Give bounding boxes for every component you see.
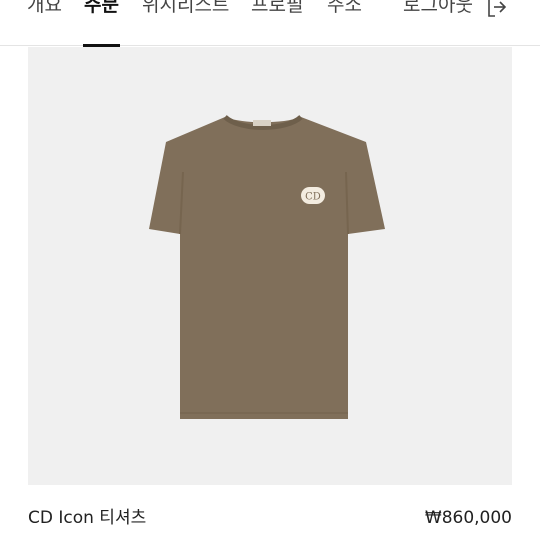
product-image[interactable]: CD [28,47,512,485]
tab-overview[interactable]: 개요 [27,0,62,18]
tshirt-image: CD [149,114,385,419]
tab-address[interactable]: 주소 [327,0,362,18]
svg-text:CD: CD [305,192,321,203]
tab-profile[interactable]: 프로필 [251,0,303,18]
cd-logo: CD [301,187,325,204]
product-price: ₩860,000 [424,508,512,528]
tab-orders[interactable]: 주문 [83,0,120,47]
product-name[interactable]: CD Icon 티셔츠 [28,505,146,531]
logout-link[interactable]: 로그아웃 [403,0,473,18]
logout-icon[interactable] [486,0,508,18]
tab-wishlist[interactable]: 위시리스트 [142,0,229,18]
account-nav: 개요 주문 위시리스트 프로필 주소 로그아웃 [0,0,540,47]
